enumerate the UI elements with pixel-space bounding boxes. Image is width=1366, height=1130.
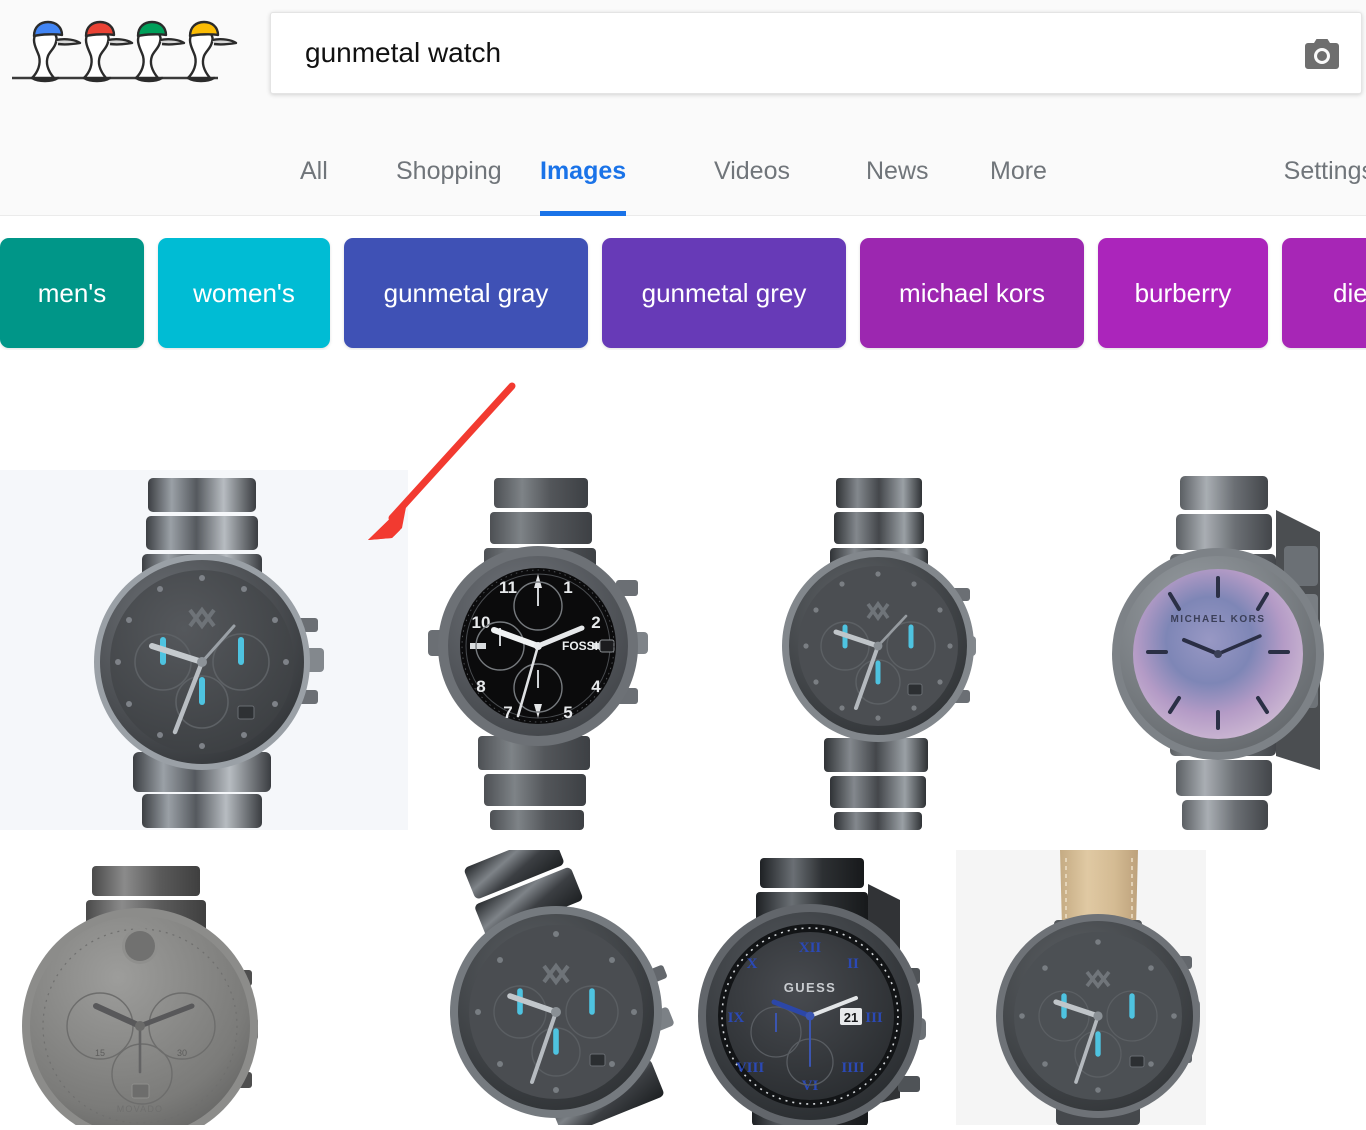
svg-text:7: 7 <box>503 703 512 722</box>
svg-text:10: 10 <box>472 613 491 632</box>
image-result-tile[interactable]: MICHAEL KORS <box>1072 470 1366 830</box>
svg-text:VI: VI <box>802 1078 819 1094</box>
svg-text:II: II <box>847 956 859 972</box>
svg-text:11: 11 <box>499 578 517 597</box>
image-results-grid: 11 1 10 2 4 5 7 8 FOSSIL MICHAEL KORS 15… <box>0 0 1366 1125</box>
svg-text:2: 2 <box>591 613 600 632</box>
svg-text:MICHAEL KORS: MICHAEL KORS <box>1170 614 1265 625</box>
svg-text:30: 30 <box>177 1048 187 1058</box>
svg-text:15: 15 <box>95 1048 105 1058</box>
svg-text:21: 21 <box>844 1010 858 1025</box>
image-result-tile[interactable] <box>0 470 408 830</box>
mvmt-gunmetal-watch-image-2 <box>782 478 976 830</box>
fossil-gunmetal-watch-image: 11 1 10 2 4 5 7 8 FOSSIL <box>428 478 648 830</box>
mvmt-tan-leather-watch-image <box>996 850 1200 1125</box>
svg-text:III: III <box>865 1010 883 1026</box>
svg-text:8: 8 <box>476 677 485 696</box>
svg-text:1: 1 <box>563 578 572 597</box>
svg-text:MOVADO: MOVADO <box>117 1104 164 1114</box>
michael-kors-watch-image: MICHAEL KORS <box>1112 476 1324 830</box>
image-result-tile[interactable] <box>956 850 1206 1125</box>
svg-text:FOSSIL: FOSSIL <box>562 639 605 653</box>
svg-text:IX: IX <box>728 1010 745 1026</box>
svg-text:X: X <box>747 956 758 972</box>
image-result-tile[interactable] <box>764 470 1064 830</box>
image-result-tile[interactable]: XII II III IIII VI VIII IX X GUESS 21 <box>690 850 956 1125</box>
mvmt-gunmetal-watch-image <box>94 478 324 828</box>
svg-text:XII: XII <box>799 940 822 956</box>
image-result-tile[interactable] <box>398 850 728 1125</box>
mvmt-angled-watch-image <box>450 850 674 1125</box>
svg-text:5: 5 <box>563 703 572 722</box>
image-result-tile[interactable]: 11 1 10 2 4 5 7 8 FOSSIL <box>416 470 756 830</box>
svg-text:GUESS: GUESS <box>784 980 837 995</box>
image-result-tile[interactable]: 15 30 MOVADO <box>0 850 390 1125</box>
svg-text:IIII: IIII <box>841 1060 865 1076</box>
guess-gunmetal-watch-image: XII II III IIII VI VIII IX X GUESS 21 <box>698 858 926 1125</box>
svg-text:VIII: VIII <box>736 1060 765 1076</box>
svg-text:4: 4 <box>591 677 601 696</box>
movado-bold-watch-image: 15 30 MOVADO <box>22 866 258 1125</box>
